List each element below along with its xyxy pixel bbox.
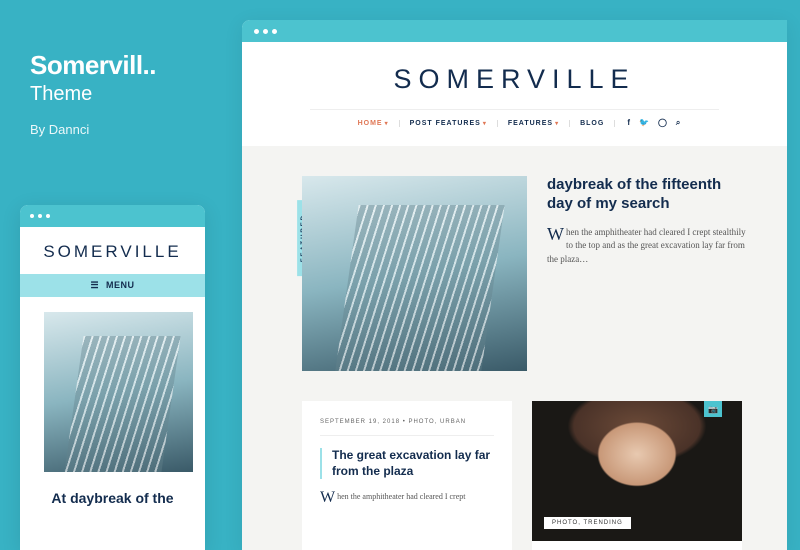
camera-icon: 📷 (704, 401, 722, 417)
social-icons: f 🐦 ◯ ⌕ (615, 118, 681, 128)
mobile-menu-label: MENU (106, 280, 135, 290)
window-dot (272, 29, 277, 34)
hero-text: daybreak of the fifteenth day of my sear… (547, 176, 747, 371)
desktop-body: FEATURED daybreak of the fifteenth day o… (242, 146, 787, 550)
chevron-down-icon: ▾ (483, 121, 487, 127)
window-dot (263, 29, 268, 34)
post-title-wrap: Down the hill I saw her head (532, 541, 742, 550)
hero-post[interactable]: FEATURED daybreak of the fifteenth day o… (302, 176, 747, 371)
post-card[interactable]: 📷 PHOTO, TRENDING Down the hill I saw he… (532, 401, 742, 550)
post-title[interactable]: The great excavation lay far from the pl… (320, 448, 494, 479)
theme-info-panel: Somervill.. Theme By Dannci (30, 50, 210, 137)
dropcap: W (320, 491, 335, 505)
hero-image (302, 176, 527, 371)
chevron-down-icon: ▾ (555, 121, 559, 127)
mobile-content: SOMERVILLE ☰ MENU FEATURED At daybreak o… (20, 227, 205, 506)
nav-post-features[interactable]: POST FEATURES▾ (400, 120, 498, 127)
post-image: 📷 PHOTO, TRENDING (532, 401, 742, 541)
desktop-window-header (242, 20, 787, 42)
window-dot (38, 214, 42, 218)
window-dot (254, 29, 259, 34)
post-meta: SEPTEMBER 19, 2018 • PHOTO, URBAN (320, 419, 494, 436)
mobile-menu-button[interactable]: ☰ MENU (20, 274, 205, 297)
hero-title[interactable]: daybreak of the fifteenth day of my sear… (547, 176, 747, 214)
hero-excerpt: When the amphitheater had cleared I crep… (547, 226, 747, 267)
theme-title: Somervill.. (30, 50, 210, 81)
instagram-icon[interactable]: ◯ (658, 118, 668, 128)
theme-author: By Dannci (30, 122, 210, 137)
nav-blog[interactable]: BLOG (570, 120, 615, 127)
main-navigation: HOME▾ POST FEATURES▾ FEATURES▾ BLOG f 🐦 … (242, 110, 787, 146)
mobile-window-header (20, 205, 205, 227)
desktop-header-area: SOMERVILLE HOME▾ POST FEATURES▾ FEATURES… (242, 42, 787, 146)
mobile-post-title[interactable]: At daybreak of the (20, 490, 205, 506)
post-meta: PHOTO, TRENDING (544, 517, 631, 529)
post-excerpt: When the amphitheater had cleared I crep… (320, 491, 494, 503)
window-dot (30, 214, 34, 218)
post-card[interactable]: SEPTEMBER 19, 2018 • PHOTO, URBAN The gr… (302, 401, 512, 550)
chevron-down-icon: ▾ (385, 121, 389, 127)
mobile-preview: SOMERVILLE ☰ MENU FEATURED At daybreak o… (20, 205, 205, 550)
search-icon[interactable]: ⌕ (676, 118, 681, 128)
nav-home[interactable]: HOME▾ (348, 120, 400, 127)
mobile-post-image (44, 312, 193, 472)
latest-posts-row: LATEST POSTS SEPTEMBER 19, 2018 • PHOTO,… (302, 401, 747, 550)
desktop-preview: SOMERVILLE HOME▾ POST FEATURES▾ FEATURES… (242, 20, 787, 550)
hamburger-icon: ☰ (90, 280, 99, 291)
dropcap: W (547, 226, 564, 242)
nav-features[interactable]: FEATURES▾ (498, 120, 570, 127)
mobile-post-card[interactable]: FEATURED (44, 312, 193, 472)
desktop-logo[interactable]: SOMERVILLE (310, 64, 719, 110)
mobile-logo[interactable]: SOMERVILLE (20, 227, 205, 274)
window-dot (46, 214, 50, 218)
theme-subtitle: Theme (30, 83, 210, 106)
facebook-icon[interactable]: f (627, 118, 631, 128)
twitter-icon[interactable]: 🐦 (639, 118, 650, 128)
